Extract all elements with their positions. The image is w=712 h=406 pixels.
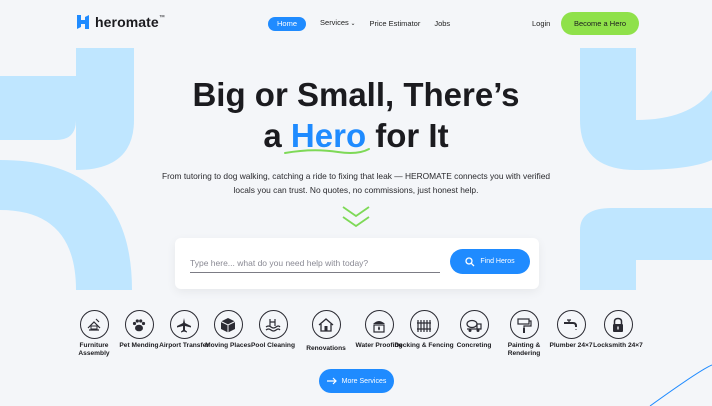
- brand-name: heromate™: [95, 14, 165, 30]
- paint-roller-icon: [517, 317, 532, 333]
- water-proofing-icon: [373, 320, 385, 333]
- nav-links: Home Services ⌄ Price Estimator Jobs: [268, 16, 450, 31]
- headline-highlight: Hero: [290, 117, 367, 154]
- airplane-icon: [177, 317, 191, 332]
- arrow-right-icon: [326, 377, 337, 385]
- headline-line-1: Big or Small, There’s: [192, 76, 520, 113]
- search-input[interactable]: [190, 253, 440, 273]
- double-chevron-down-icon: [342, 206, 370, 228]
- headline-line-2: a Hero for It: [263, 117, 449, 154]
- services-row: Furniture Assembly Pet Mending Airport T…: [0, 310, 712, 370]
- search-card: Find Heros: [175, 238, 539, 289]
- become-hero-button[interactable]: Become a Hero: [561, 12, 639, 35]
- service-locksmith[interactable]: Locksmith 24×7: [588, 310, 648, 350]
- find-heros-button[interactable]: Find Heros: [450, 249, 530, 274]
- nav-home[interactable]: Home: [268, 16, 307, 31]
- heromate-logo-icon: [77, 15, 89, 29]
- service-renovations[interactable]: Renovations: [296, 310, 356, 353]
- hero-subtitle: From tutoring to dog walking, catching a…: [161, 171, 551, 195]
- lock-icon: [613, 317, 623, 332]
- login-link[interactable]: Login: [532, 19, 550, 28]
- paw-icon: [132, 318, 146, 331]
- house-icon: [318, 317, 334, 332]
- chevron-down-icon: ⌄: [348, 21, 356, 27]
- find-heros-label: Find Heros: [480, 258, 515, 265]
- furniture-assembly-icon: [87, 318, 101, 331]
- more-services-label: More Services: [341, 377, 387, 385]
- pool-icon: [265, 318, 281, 332]
- concrete-truck-icon: [466, 319, 482, 332]
- more-services-button[interactable]: More Services: [319, 369, 394, 393]
- page-title: Big or Small, There’s a Hero for It: [0, 74, 712, 156]
- nav-price-estimator[interactable]: Price Estimator: [369, 17, 420, 31]
- box-icon: [220, 317, 236, 332]
- nav-jobs[interactable]: Jobs: [434, 17, 450, 31]
- service-pool-cleaning[interactable]: Pool Cleaning: [243, 310, 303, 350]
- fence-icon: [417, 319, 431, 332]
- top-nav: heromate™ Home Services ⌄ Price Estimato…: [0, 0, 712, 46]
- logo[interactable]: heromate™: [76, 14, 165, 30]
- nav-services[interactable]: Services ⌄: [320, 16, 355, 31]
- search-icon: [465, 256, 475, 266]
- faucet-icon: [564, 318, 577, 331]
